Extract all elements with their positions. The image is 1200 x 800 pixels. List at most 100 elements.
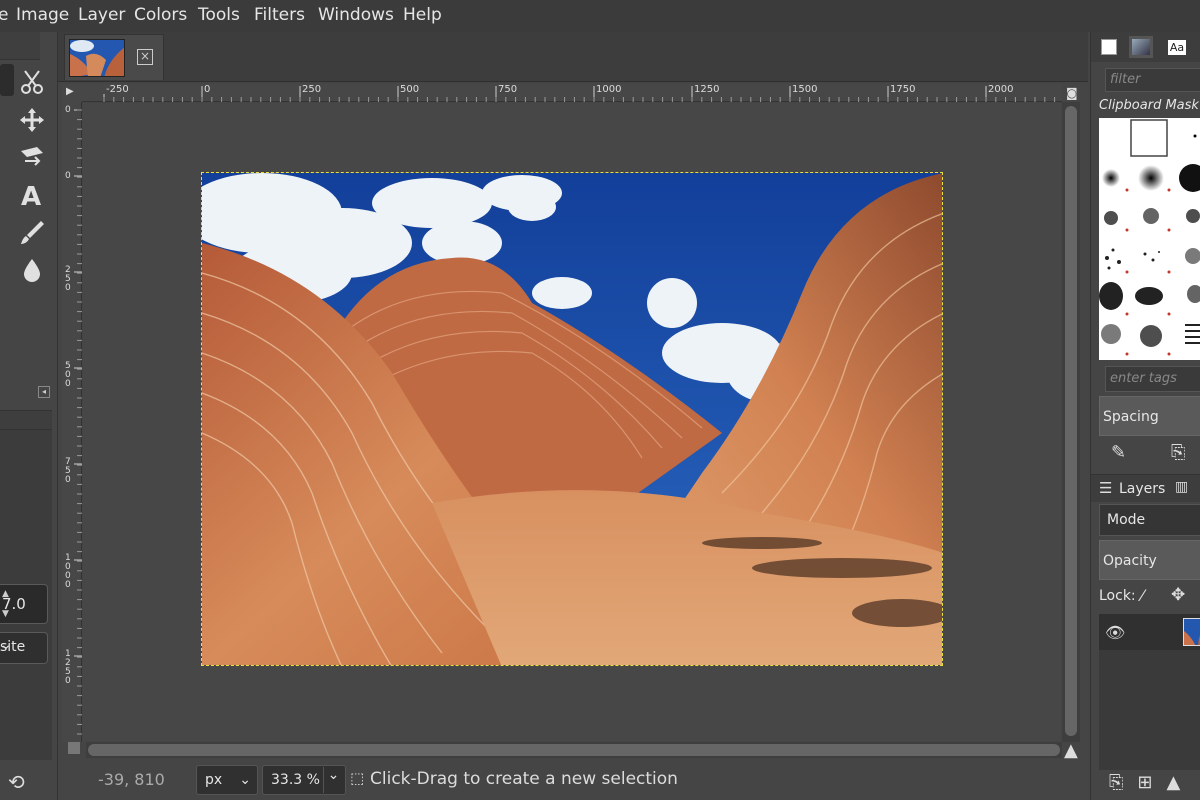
ruler-label: 0 bbox=[65, 171, 71, 181]
layer-thumbnail bbox=[1183, 618, 1200, 646]
raise-layer-icon[interactable]: ▲ bbox=[1167, 772, 1195, 793]
tab-fonts[interactable]: Aa bbox=[1165, 36, 1189, 58]
menu-image[interactable]: Image bbox=[16, 5, 69, 25]
vertical-scrollbar[interactable] bbox=[1062, 102, 1080, 742]
ruler-label: 1750 bbox=[890, 84, 916, 95]
menu-bar: e Image Layer Colors Tools Filters Windo… bbox=[0, 0, 1200, 32]
navigate-icon[interactable]: ▲ bbox=[1064, 740, 1078, 761]
filter-placeholder: filter bbox=[1110, 72, 1141, 87]
tab-layers[interactable]: Layers bbox=[1119, 481, 1165, 497]
quick-mask-toggle[interactable] bbox=[68, 742, 80, 754]
new-group-icon[interactable]: ⊞ bbox=[1137, 772, 1166, 793]
close-icon[interactable]: × bbox=[137, 49, 153, 65]
move-tool[interactable] bbox=[14, 104, 50, 136]
ruler-label: 2000 bbox=[988, 84, 1014, 95]
pattern-icon bbox=[1132, 39, 1150, 55]
text-icon: A bbox=[21, 182, 41, 209]
menu-colors[interactable]: Colors bbox=[134, 5, 187, 25]
smudge-tool[interactable] bbox=[14, 254, 50, 286]
menu-filters[interactable]: Filters bbox=[254, 5, 305, 25]
brush-filter-input[interactable]: filter bbox=[1105, 68, 1200, 92]
brush-swatch-icon bbox=[1101, 39, 1117, 55]
ruler-label: 1250 bbox=[694, 84, 720, 95]
reset-icon[interactable]: ⟲ bbox=[8, 770, 25, 794]
selection-icon: ⬚ bbox=[350, 769, 365, 787]
edit-brush-icon[interactable]: ✎ bbox=[1111, 442, 1126, 463]
unit-dropdown[interactable]: px ⌄ bbox=[196, 765, 258, 795]
zoom-to-fit-icon[interactable]: ◙ bbox=[1066, 86, 1078, 100]
opacity-slider[interactable]: Opacity bbox=[1099, 540, 1200, 580]
vertical-ruler[interactable]: 0 0 250 500 750 1000 1250 bbox=[62, 102, 82, 742]
vertical-scroll-thumb[interactable] bbox=[1065, 106, 1077, 736]
unified-transform-tool[interactable] bbox=[14, 140, 50, 172]
lock-label: Lock: bbox=[1099, 588, 1136, 604]
ruler-label: 500 bbox=[400, 84, 420, 95]
opacity-label: Opacity bbox=[1103, 553, 1157, 569]
horizontal-scroll-thumb[interactable] bbox=[88, 744, 1060, 756]
scissors-select-tool[interactable] bbox=[14, 66, 50, 98]
menu-edit[interactable]: e bbox=[0, 5, 8, 25]
ruler-label: 1500 bbox=[792, 84, 818, 95]
brush-icon bbox=[21, 221, 44, 244]
spacing-slider[interactable]: Spacing bbox=[1099, 396, 1200, 436]
transform-icon bbox=[21, 147, 43, 166]
ruler-menu-icon[interactable]: ▶ bbox=[66, 86, 74, 97]
chevron-down-icon[interactable]: ⌄ bbox=[323, 767, 343, 793]
menu-help[interactable]: Help bbox=[403, 5, 442, 25]
mode-dropdown[interactable]: site ⌄ bbox=[0, 632, 48, 664]
tags-input[interactable]: enter tags bbox=[1105, 366, 1200, 392]
eye-icon[interactable]: 👁 bbox=[1105, 623, 1125, 642]
image-tab-strip: × bbox=[58, 32, 1088, 82]
layer-row[interactable]: 👁 bbox=[1099, 614, 1200, 650]
spin-up-icon[interactable]: ▲ bbox=[2, 589, 12, 599]
spin-down-icon[interactable]: ▼ bbox=[2, 609, 12, 619]
toolbox: A ◂ 7.0 ▲ ▼ site ⌄ ⟲ bbox=[0, 32, 58, 800]
brush-grid[interactable] bbox=[1099, 118, 1200, 360]
image-thumbnail bbox=[69, 39, 125, 77]
image-canvas[interactable] bbox=[201, 172, 943, 666]
lock-position-icon[interactable]: ✥ bbox=[1171, 585, 1185, 605]
menu-windows[interactable]: Windows bbox=[318, 5, 394, 25]
ruler-label: 0 bbox=[65, 105, 71, 115]
chevron-down-icon: ⌄ bbox=[0, 637, 12, 653]
menu-layer[interactable]: Layer bbox=[78, 5, 125, 25]
horizontal-scrollbar[interactable] bbox=[86, 742, 1062, 758]
horizontal-ruler[interactable]: -250 0 250 500 750 1000 1250 1500 1750 2… bbox=[82, 84, 1062, 102]
spacing-label: Spacing bbox=[1103, 409, 1159, 425]
image-tab[interactable]: × bbox=[64, 34, 164, 80]
status-bar: -39, 810 px ⌄ 33.3 % ⌄ ⬚ Click-Drag to c… bbox=[58, 760, 1088, 800]
new-brush-icon[interactable]: ⎘ bbox=[1171, 442, 1185, 463]
layers-icon: ☰ bbox=[1099, 479, 1113, 497]
pointer-coordinates: -39, 810 bbox=[98, 770, 165, 789]
tags-placeholder: enter tags bbox=[1110, 371, 1177, 386]
menu-tools[interactable]: Tools bbox=[198, 5, 240, 25]
toolbox-menu-button[interactable]: ◂ bbox=[38, 386, 50, 398]
tool-options-header bbox=[0, 410, 52, 430]
move-icon bbox=[20, 108, 44, 132]
ruler-label: 1000 bbox=[596, 84, 622, 95]
svg-text:A: A bbox=[21, 182, 41, 209]
scissors-icon bbox=[21, 70, 43, 94]
active-tool-indicator[interactable] bbox=[0, 64, 14, 96]
font-icon: Aa bbox=[1167, 39, 1187, 55]
status-message: Click-Drag to create a new selection bbox=[370, 769, 678, 789]
lock-pixels-icon[interactable]: ⁄ bbox=[1141, 586, 1144, 605]
tab-brushes[interactable] bbox=[1097, 36, 1121, 58]
paint-tool[interactable] bbox=[14, 216, 50, 248]
layers-tab-bar: ☰ Layers ▥ bbox=[1091, 474, 1200, 502]
channels-icon[interactable]: ▥ bbox=[1175, 479, 1188, 495]
ruler-label: 750 bbox=[65, 457, 71, 485]
layer-list[interactable]: 👁 bbox=[1099, 614, 1200, 770]
tab-patterns[interactable] bbox=[1129, 36, 1153, 58]
zoom-dropdown[interactable]: 33.3 % ⌄ bbox=[262, 765, 346, 795]
text-tool[interactable]: A bbox=[14, 178, 50, 210]
size-spinbox[interactable]: 7.0 ▲ ▼ bbox=[0, 584, 48, 624]
new-layer-icon[interactable]: ⎘ bbox=[1109, 772, 1137, 793]
brush-name: Clipboard Mask bbox=[1099, 98, 1199, 113]
ruler-label: -250 bbox=[106, 84, 129, 95]
ruler-label: 1250 bbox=[65, 649, 71, 686]
ruler-label: 1000 bbox=[65, 553, 71, 590]
layer-mode-dropdown[interactable]: Mode bbox=[1099, 504, 1200, 536]
unit-value: px bbox=[205, 772, 223, 788]
zoom-value: 33.3 % bbox=[271, 772, 320, 788]
